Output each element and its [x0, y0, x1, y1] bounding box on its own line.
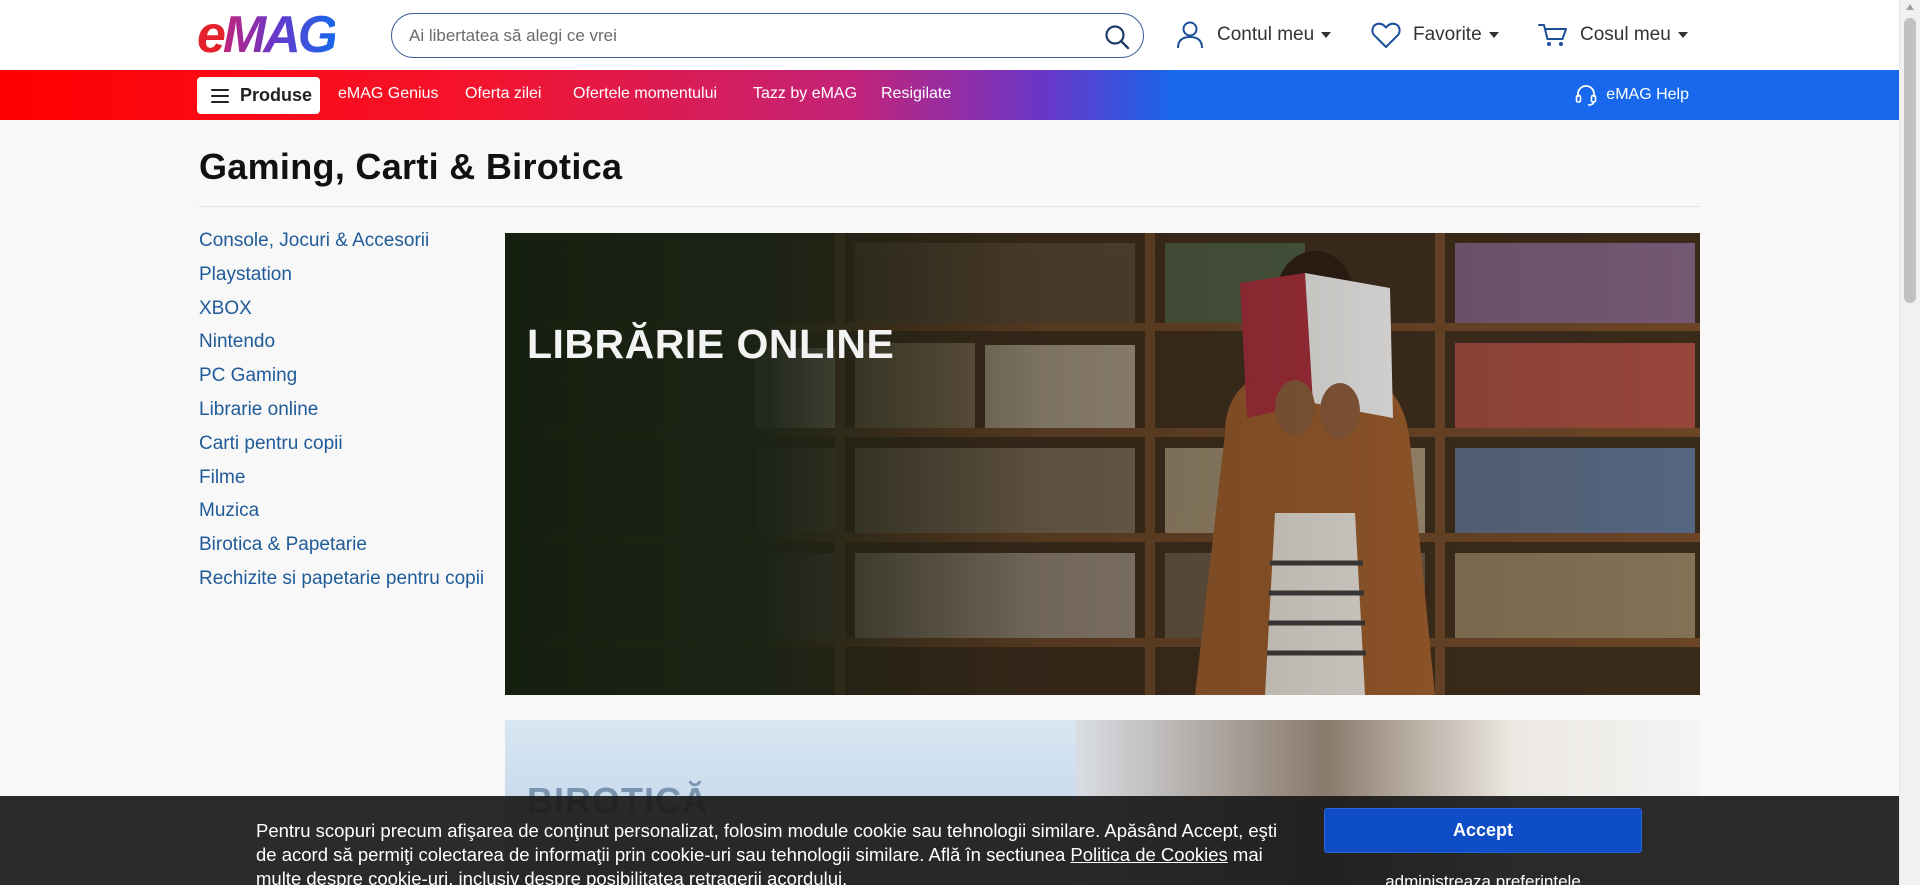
- headset-icon: [1575, 85, 1597, 106]
- search-bar: [391, 13, 1144, 58]
- logo-e: e: [197, 6, 226, 64]
- page-title: Gaming, Carti & Birotica: [199, 146, 623, 187]
- cookie-policy-link[interactable]: Politica de Cookies: [1070, 844, 1227, 865]
- cart-label: Cosul meu: [1580, 24, 1671, 45]
- sidebar-item-filme[interactable]: Filme: [199, 467, 484, 501]
- sidebar-item-muzica[interactable]: Muzica: [199, 500, 484, 534]
- manage-preferences-link[interactable]: administreaza preferintele: [1324, 872, 1642, 885]
- sidebar-item-rechizite[interactable]: Rechizite si papetarie pentru copii: [199, 568, 484, 602]
- nav-link-oferta-zilei[interactable]: Oferta zilei: [465, 85, 541, 103]
- cookie-consent-banner: Pentru scopuri precum afişarea de conţin…: [0, 796, 1899, 885]
- cart-icon: [1538, 24, 1567, 46]
- librarie-online-banner[interactable]: LIBRĂRIE ONLINE: [505, 233, 1700, 695]
- sidebar-item-birotica[interactable]: Birotica & Papetarie: [199, 534, 484, 568]
- chevron-down-icon: [1321, 32, 1332, 38]
- nav-link-tazz[interactable]: Tazz by eMAG: [753, 85, 857, 103]
- help-label: eMAG Help: [1606, 86, 1689, 103]
- emag-help-link[interactable]: eMAG Help: [1574, 83, 1689, 107]
- sidebar-item-console[interactable]: Console, Jocuri & Accesorii: [199, 230, 484, 264]
- accept-cookies-button[interactable]: Accept: [1324, 808, 1642, 853]
- cookie-text: Pentru scopuri precum afişarea de conţin…: [256, 819, 1286, 885]
- emag-logo[interactable]: e MAG: [197, 6, 338, 64]
- sidebar-item-xbox[interactable]: XBOX: [199, 298, 484, 332]
- user-icon: [1177, 21, 1203, 49]
- hero-banner-title: LIBRĂRIE ONLINE: [527, 321, 895, 367]
- account-menu[interactable]: Contul meu: [1175, 18, 1332, 52]
- produse-menu-button[interactable]: Produse: [197, 77, 320, 114]
- favorites-label: Favorite: [1413, 24, 1482, 45]
- cart-menu[interactable]: Cosul meu: [1538, 18, 1688, 52]
- category-sidebar: Console, Jocuri & Accesorii Playstation …: [199, 230, 484, 602]
- chevron-down-icon: [1488, 32, 1499, 38]
- sidebar-item-librarie-online[interactable]: Librarie online: [199, 399, 484, 433]
- sidebar-item-pc-gaming[interactable]: PC Gaming: [199, 365, 484, 399]
- logo-mag: MAG: [222, 6, 338, 64]
- scroll-up-icon[interactable]: [1906, 4, 1914, 10]
- nav-link-ofertele-momentului[interactable]: Ofertele momentului: [573, 85, 717, 103]
- bookshelf-photo: [505, 233, 1700, 695]
- nav-link-resigilate[interactable]: Resigilate: [881, 85, 951, 103]
- sidebar-item-playstation[interactable]: Playstation: [199, 264, 484, 298]
- search-input[interactable]: [409, 25, 1069, 46]
- scrollbar-thumb[interactable]: [1904, 18, 1916, 303]
- heart-icon: [1371, 22, 1401, 48]
- search-icon[interactable]: [1103, 23, 1131, 51]
- sidebar-item-nintendo[interactable]: Nintendo: [199, 331, 484, 365]
- hamburger-icon: [211, 88, 229, 103]
- title-divider: [199, 206, 1700, 207]
- chevron-down-icon: [1677, 32, 1688, 38]
- account-label: Contul meu: [1217, 24, 1315, 45]
- sidebar-item-carti-copii[interactable]: Carti pentru copii: [199, 433, 484, 467]
- page-scrollbar[interactable]: [1899, 0, 1920, 885]
- favorites-menu[interactable]: Favorite: [1371, 18, 1499, 52]
- produse-label: Produse: [240, 85, 313, 105]
- category-navbar: Produse eMAG Genius Oferta zilei Ofertel…: [0, 70, 1899, 120]
- top-header: eMAG Contul meu Favorite Cosul meu: [0, 0, 1899, 70]
- nav-link-emag-genius[interactable]: eMAG Genius: [338, 85, 438, 103]
